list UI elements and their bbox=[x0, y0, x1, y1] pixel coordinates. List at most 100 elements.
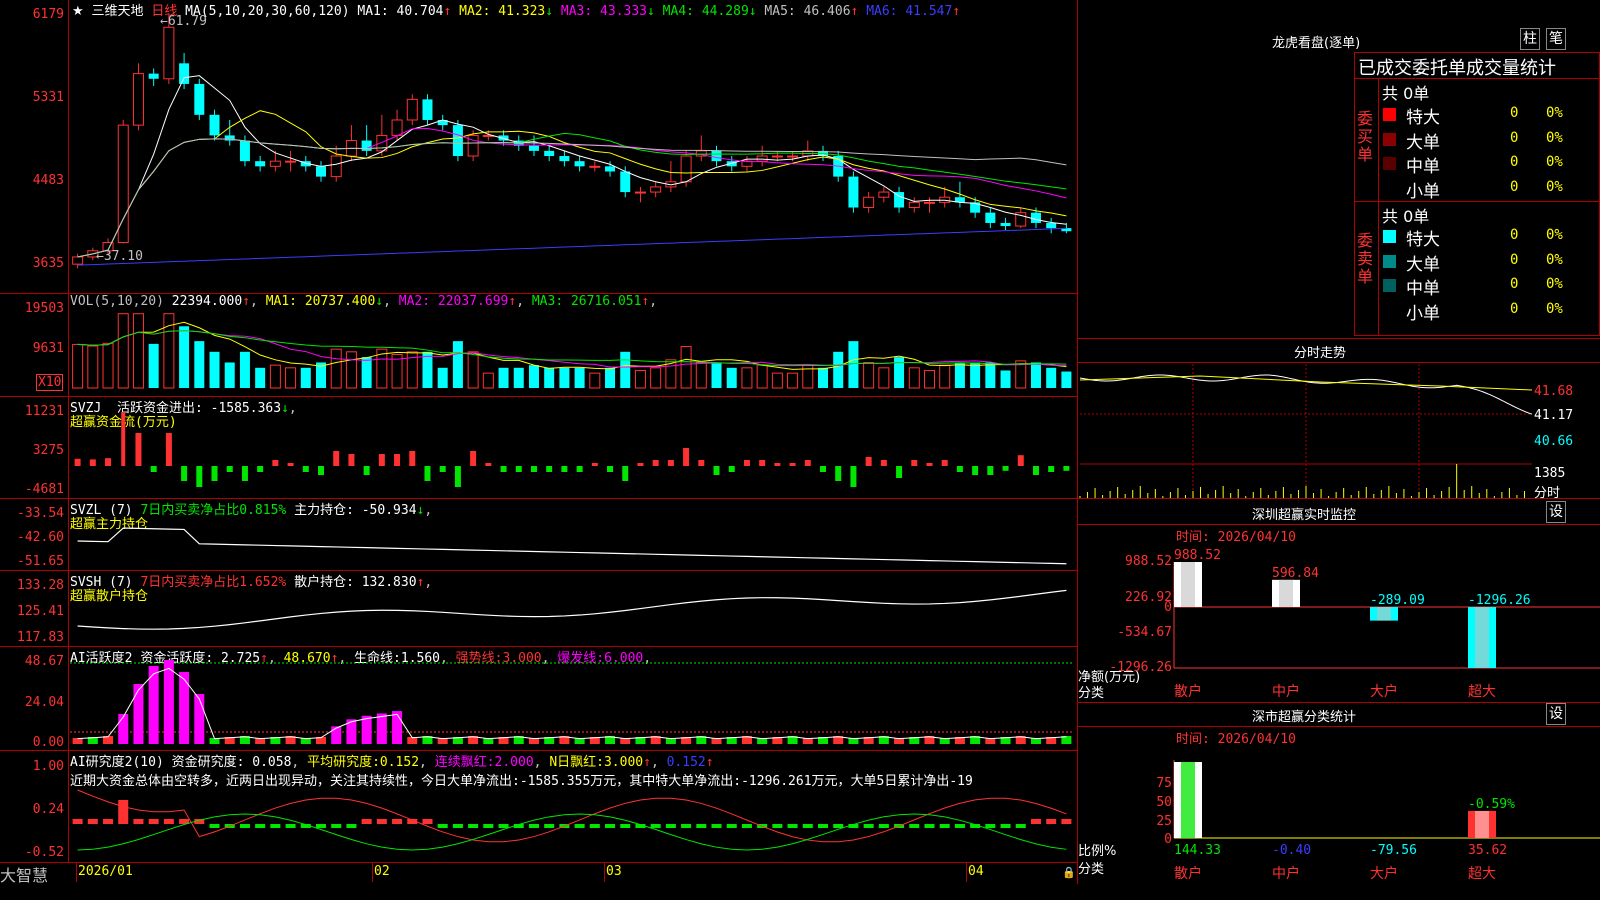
vol-bar-4 bbox=[132, 313, 144, 389]
intraday-ytick-1: 41.17 bbox=[1534, 408, 1574, 423]
vol-bar-45 bbox=[756, 364, 768, 389]
sz-category-2: 大户 bbox=[1370, 683, 1398, 700]
vol-bar-40 bbox=[680, 345, 692, 389]
ai1-ytick-2: 0.00 bbox=[32, 735, 64, 750]
sz-monitor-chart[interactable]: 988.52 散户 596.84 中户 -289.09 大户 -1296.26 超大 bbox=[1173, 548, 1600, 700]
svzj-chart[interactable] bbox=[70, 412, 1074, 492]
ai2-bar-44 bbox=[741, 824, 752, 828]
ai2-bar-40 bbox=[681, 824, 692, 828]
sz-monitor-settings-button[interactable]: 设 bbox=[1546, 501, 1566, 523]
volume-chart[interactable] bbox=[70, 308, 1074, 389]
vol-bar-19 bbox=[361, 357, 372, 388]
ai2-bar-39 bbox=[665, 824, 676, 828]
svzj-bar-28 bbox=[500, 466, 507, 472]
ai2-bar-63 bbox=[1030, 819, 1041, 824]
buy-row-pct-2: 0% bbox=[1546, 154, 1563, 170]
vol-bar-2 bbox=[102, 342, 114, 389]
main-ytick-0: 6179 bbox=[32, 7, 64, 22]
sell-row-qty-0: 0 bbox=[1510, 227, 1519, 243]
ai2-bar-57 bbox=[939, 824, 950, 828]
candle-body-30 bbox=[528, 145, 539, 151]
ai2-bar-35 bbox=[605, 824, 616, 828]
sz-ytick-0: 988.52 bbox=[1125, 554, 1172, 569]
vol-bar-26 bbox=[467, 351, 479, 389]
svzj-ytick-0: 11231 bbox=[24, 404, 64, 419]
ai2-ytick-1: 0.24 bbox=[32, 802, 64, 817]
svzj-bar-54 bbox=[896, 466, 903, 478]
ai-research-chart[interactable] bbox=[70, 770, 1074, 858]
bar-mode-button[interactable]: 柱 bbox=[1520, 28, 1540, 50]
sz-monitor-title: 深圳超赢实时监控 bbox=[1252, 508, 1357, 523]
candle-body-21 bbox=[391, 119, 403, 136]
candle-body-64 bbox=[1046, 222, 1057, 229]
candle-body-37 bbox=[634, 191, 646, 194]
svzj-bar-1 bbox=[89, 459, 96, 466]
intraday-chart[interactable] bbox=[1079, 364, 1533, 498]
ai2-bar-60 bbox=[985, 824, 996, 828]
candle-body-20 bbox=[376, 134, 388, 152]
svzj-bar-47 bbox=[789, 463, 796, 466]
ai2-bar-19 bbox=[361, 819, 372, 824]
sz-bar-shade-0 bbox=[1181, 562, 1195, 607]
vol-unit-badge: X10 bbox=[36, 374, 64, 391]
svsh-chart[interactable] bbox=[70, 586, 1074, 642]
svzl-chart[interactable] bbox=[70, 515, 1074, 567]
szc-ytick-1: 50 bbox=[1156, 795, 1172, 810]
vol-bar-43 bbox=[726, 367, 737, 388]
candle-body-47 bbox=[787, 155, 799, 158]
sz-class-chart[interactable]: 144.33 散户 -0.40 中户 -79.56 大户 35.62 超大 -0.59% bbox=[1173, 750, 1600, 882]
candle-body-23 bbox=[422, 99, 433, 120]
ai2-green-line bbox=[77, 813, 1067, 851]
sz-value-label-0: 988.52 bbox=[1174, 548, 1221, 563]
szc-ytick-3: 0 bbox=[1164, 832, 1172, 847]
ma-line-4 bbox=[77, 132, 1067, 258]
ai2-bar-38 bbox=[650, 824, 661, 828]
ai1-bar-3 bbox=[118, 714, 129, 744]
svzj-bar-5 bbox=[150, 466, 157, 472]
candle-body-19 bbox=[361, 140, 372, 151]
vol-bar-55 bbox=[908, 367, 920, 389]
ai2-ytick-2: -0.52 bbox=[24, 845, 64, 860]
ai2-bar-49 bbox=[818, 824, 828, 828]
vol-ytick-0: 19503 bbox=[24, 301, 64, 316]
sz-class-settings-button[interactable]: 设 bbox=[1546, 703, 1566, 725]
xtick-1: 02 bbox=[374, 864, 390, 879]
ai2-ytick-0: 1.00 bbox=[32, 759, 64, 774]
szc-top-note: -0.59% bbox=[1468, 797, 1515, 812]
candle-body-6 bbox=[163, 26, 175, 80]
candlestick-chart[interactable] bbox=[70, 14, 1074, 276]
sell-row-name-3: 小单 bbox=[1406, 303, 1440, 324]
lock-icon[interactable]: 🔒 bbox=[1062, 866, 1076, 879]
vol-bar-11 bbox=[239, 351, 250, 388]
candle-body-26 bbox=[467, 134, 479, 157]
svsh-ytick-2: 117.83 bbox=[17, 630, 64, 645]
tick-mode-button[interactable]: 笔 bbox=[1546, 28, 1566, 50]
vol-bar-29 bbox=[513, 367, 524, 388]
vol-ma-item-3: MA3: 26716.051↑, bbox=[524, 294, 658, 309]
ai2-bar-4 bbox=[133, 819, 144, 824]
svzl-ytick-0: -33.54 bbox=[17, 506, 64, 521]
candle-body-53 bbox=[878, 191, 890, 198]
candle-body-52 bbox=[863, 196, 875, 209]
xtick-0: 2026/01 bbox=[78, 864, 133, 879]
svzj-bar-35 bbox=[607, 466, 614, 472]
ai2-bar-31 bbox=[544, 824, 555, 828]
vol-bar-64 bbox=[1046, 367, 1057, 388]
vol-bar-65 bbox=[1061, 371, 1072, 388]
svzj-bar-37 bbox=[637, 463, 644, 466]
app-name[interactable]: 大智慧 bbox=[0, 862, 48, 886]
buy-row-pct-0: 0% bbox=[1546, 105, 1563, 121]
buy-row-name-2: 中单 bbox=[1406, 157, 1440, 177]
candle-body-61 bbox=[1000, 222, 1011, 227]
ai2-bar-17 bbox=[331, 824, 342, 828]
vol-bar-59 bbox=[970, 362, 981, 388]
svzj-bar-2 bbox=[105, 458, 112, 466]
svzj-bar-0 bbox=[74, 458, 81, 466]
vol-bar-31 bbox=[544, 367, 555, 388]
ai1-bar-21 bbox=[392, 711, 403, 744]
ai2-bar-52 bbox=[863, 824, 874, 828]
ai-activity-chart[interactable] bbox=[70, 660, 1074, 744]
buy-row-pct-3: 0% bbox=[1546, 178, 1563, 195]
svzj-bar-46 bbox=[774, 463, 781, 466]
vol-bar-34 bbox=[589, 372, 601, 389]
